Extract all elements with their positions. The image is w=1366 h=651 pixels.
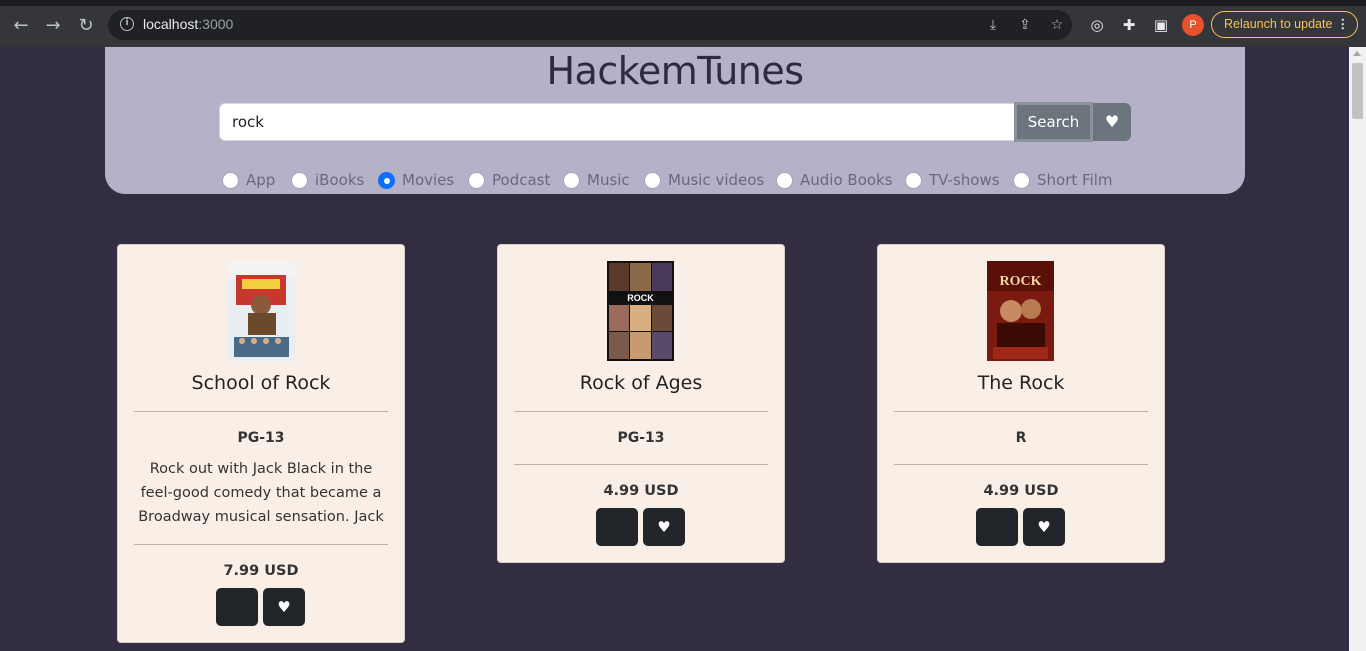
search-input[interactable]: rock [219,103,1015,141]
price: 4.99 USD [603,483,679,499]
svg-text:ROCK: ROCK [1000,274,1042,289]
add-favorite-button[interactable]: ♥ [1023,508,1065,546]
info-icon[interactable]: i [120,17,134,31]
svg-text:ROCK: ROCK [627,293,654,303]
add-favorite-button[interactable]: ♥ [643,508,685,546]
extension-icon[interactable]: ◎ [1088,16,1106,34]
search-button[interactable]: Search [1014,102,1093,142]
radio-button[interactable] [644,172,661,189]
divider [894,411,1148,412]
movie-poster-image: ROCK [607,261,674,361]
favorites-button[interactable]: ♥ [1093,103,1131,141]
heart-icon: ♥ [657,518,671,536]
content-rating: PG-13 [617,430,665,446]
divider [514,411,768,412]
star-icon[interactable]: ☆ [1048,16,1066,34]
profile-avatar[interactable]: P [1182,14,1204,36]
result-card: School of Rock PG-13 Rock out with Jack … [117,244,405,643]
back-icon[interactable]: ← [9,14,33,38]
movie-description: Rock out with Jack Black in the feel-goo… [138,461,384,525]
divider [134,411,388,412]
result-card: ROCK The Rock R 4.99 USD ♥ [877,244,1165,563]
radio-button[interactable] [905,172,922,189]
page-scrollbar[interactable] [1349,47,1366,651]
sidebar-icon[interactable]: ▣ [1152,16,1170,34]
price: 7.99 USD [223,563,299,579]
app-header: HackemTunes rock Search ♥ App iBooks Mov… [105,47,1245,194]
heart-icon: ♥ [277,598,291,616]
add-favorite-button[interactable]: ♥ [263,588,305,626]
radio-button[interactable] [222,172,239,189]
open-in-itunes-button[interactable] [216,588,258,626]
divider [134,544,388,545]
divider [894,464,1148,465]
reload-icon[interactable]: ↻ [74,14,98,38]
movie-title: Rock of Ages [579,372,703,394]
movie-poster-image [228,261,295,361]
radio-button[interactable] [291,172,308,189]
radio-button[interactable] [468,172,485,189]
heart-icon: ♥ [1104,112,1120,131]
radio-button[interactable] [1013,172,1030,189]
radio-button[interactable] [563,172,580,189]
puzzle-icon[interactable]: ✚ [1120,16,1138,34]
content-rating: PG-13 [237,430,285,446]
share-icon[interactable]: ⇪ [1016,16,1034,34]
movie-title: School of Rock [191,372,331,394]
scroll-thumb[interactable] [1352,63,1363,119]
open-in-itunes-button[interactable] [976,508,1018,546]
url-text[interactable]: localhost:3000 [143,16,233,32]
movie-title: The Rock [977,372,1065,394]
menu-dots-icon[interactable]: ⋮ [1337,12,1350,37]
divider [514,464,768,465]
browser-toolbar: ← → ↻ i localhost:3000 ⤓ ⇪ ☆ ◎ ✚ ▣ P Rel… [0,6,1366,47]
movie-poster-image: ROCK [987,261,1054,361]
forward-icon[interactable]: → [41,14,65,38]
price: 4.99 USD [983,483,1059,499]
content-rating: R [1015,430,1027,446]
radio-button[interactable] [776,172,793,189]
open-in-itunes-button[interactable] [596,508,638,546]
relaunch-button[interactable]: Relaunch to update ⋮ [1211,11,1358,38]
heart-icon: ♥ [1037,518,1051,536]
address-bar[interactable]: i localhost:3000 ⤓ ⇪ ☆ [108,10,1072,40]
scroll-up-arrow-icon[interactable] [1353,51,1361,56]
radio-button[interactable] [378,172,395,189]
app-title: HackemTunes [546,49,804,93]
result-card: ROCK Rock of Ages PG-13 4.99 USD ♥ [497,244,785,563]
install-icon[interactable]: ⤓ [984,16,1002,34]
